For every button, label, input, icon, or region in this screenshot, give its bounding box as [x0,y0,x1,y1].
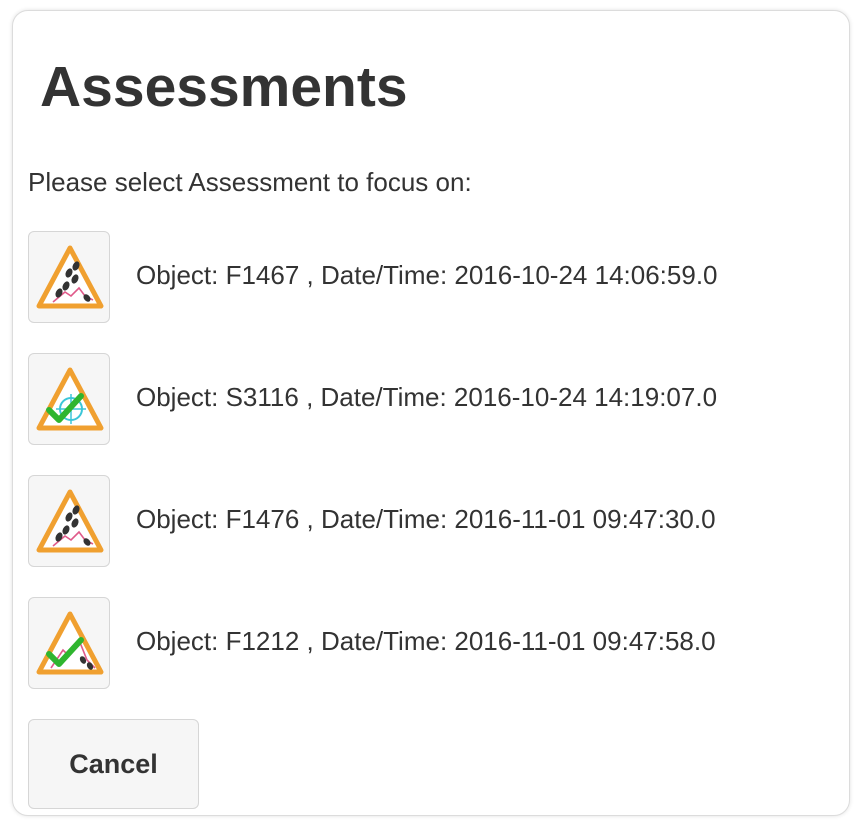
assessment-item-f1476[interactable]: Object: F1476 , Date/Time: 2016-11-01 09… [28,475,849,568]
footsteps-warning-icon [35,244,105,312]
assessment-item-f1212[interactable]: Object: F1212 , Date/Time: 2016-11-01 09… [28,597,849,690]
target-check-warning-icon [35,366,105,434]
assessments-dialog: Assessments Please select Assessment to … [12,10,850,816]
assessment-label[interactable]: Object: F1467 , Date/Time: 2016-10-24 14… [136,257,718,293]
assessment-item-s3116[interactable]: Object: S3116 , Date/Time: 2016-10-24 14… [28,353,849,446]
assessment-list: Object: F1467 , Date/Time: 2016-10-24 14… [28,231,849,719]
cancel-button[interactable]: Cancel [28,719,199,809]
assessment-item-f1467[interactable]: Object: F1467 , Date/Time: 2016-10-24 14… [28,231,849,324]
assessment-label[interactable]: Object: S3116 , Date/Time: 2016-10-24 14… [136,379,717,415]
dialog-prompt: Please select Assessment to focus on: [28,167,472,197]
assessment-icon-button[interactable] [28,475,110,567]
assessment-icon-button[interactable] [28,231,110,323]
assessment-label[interactable]: Object: F1212 , Date/Time: 2016-11-01 09… [136,623,716,659]
assessment-icon-button[interactable] [28,597,110,689]
dialog-title: Assessments [40,55,408,119]
footsteps-check-warning-icon [35,610,105,678]
assessment-icon-button[interactable] [28,353,110,445]
assessment-label[interactable]: Object: F1476 , Date/Time: 2016-11-01 09… [136,501,716,537]
footsteps-warning-icon [35,488,105,556]
